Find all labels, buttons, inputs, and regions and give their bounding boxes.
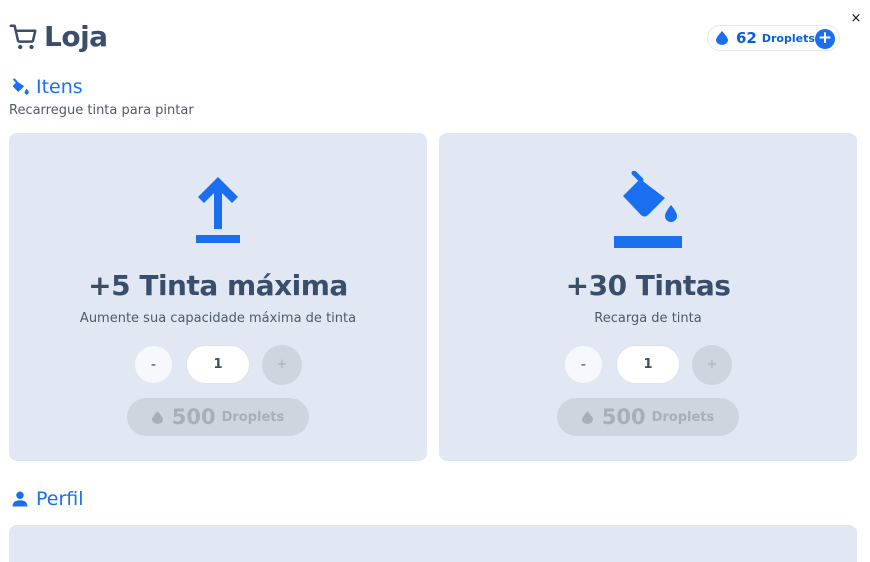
product-description: Recarga de tinta	[594, 311, 702, 326]
price-unit: Droplets	[221, 409, 285, 425]
items-section-label: Itens	[36, 76, 83, 98]
quantity-input[interactable]: 1	[186, 345, 250, 384]
buy-button[interactable]: 500 Droplets	[127, 398, 309, 436]
quantity-stepper: - 1 +	[9, 345, 427, 385]
price-amount: 500	[601, 405, 646, 429]
profile-section-title: Perfil	[10, 488, 84, 510]
price-amount: 500	[171, 405, 216, 429]
product-card-max-ink: +5 Tinta máxima Aumente sua capacidade m…	[9, 133, 427, 461]
profile-section-label: Perfil	[36, 488, 84, 510]
increase-quantity-button[interactable]: +	[262, 345, 302, 385]
product-description: Aumente sua capacidade máxima de tinta	[79, 311, 357, 326]
items-section-subtitle: Recarregue tinta para pintar	[9, 103, 194, 118]
product-title: +5 Tinta máxima	[88, 269, 348, 302]
shop-header: Loja	[9, 20, 108, 53]
price-unit: Droplets	[651, 409, 715, 425]
user-icon	[12, 491, 28, 507]
droplet-icon	[716, 31, 728, 45]
quantity-input[interactable]: 1	[616, 345, 680, 384]
page-title: Loja	[44, 20, 108, 53]
quantity-stepper: - 1 +	[439, 345, 857, 385]
decrease-quantity-button[interactable]: -	[565, 346, 602, 383]
paint-bucket-small-icon	[12, 78, 29, 95]
add-droplets-button[interactable]: +	[815, 29, 835, 49]
droplet-icon	[151, 410, 163, 424]
buy-button[interactable]: 500 Droplets	[557, 398, 739, 436]
items-section-title: Itens	[10, 76, 83, 98]
cart-icon	[9, 24, 37, 49]
droplets-balance: 62 Droplets +	[707, 25, 840, 51]
upload-arrow-icon	[196, 177, 240, 243]
profile-card	[9, 525, 857, 562]
increase-quantity-button[interactable]: +	[692, 345, 732, 385]
product-card-ink-refill: +30 Tintas Recarga de tinta - 1 + 500 Dr…	[439, 133, 857, 461]
droplet-icon	[581, 410, 593, 424]
product-title: +30 Tintas	[565, 269, 731, 302]
droplets-unit: Droplets	[761, 31, 815, 45]
paint-bucket-icon	[614, 171, 682, 248]
decrease-quantity-button[interactable]: -	[135, 346, 172, 383]
close-button[interactable]: ×	[849, 11, 863, 27]
droplets-count: 62	[736, 29, 757, 47]
